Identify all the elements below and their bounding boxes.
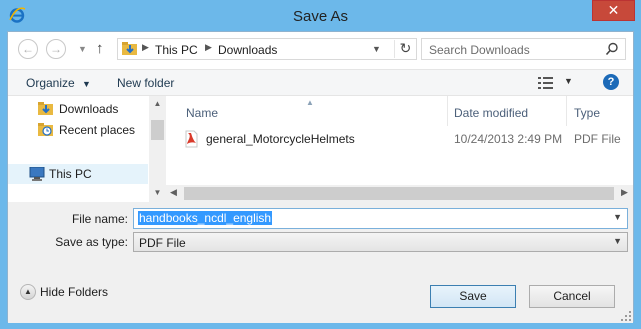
file-row[interactable]: general_MotorcycleHelmets 10/24/2013 2:4… xyxy=(166,128,633,150)
scroll-down-icon[interactable]: ▼ xyxy=(149,188,166,197)
column-header-name[interactable]: Name xyxy=(166,96,446,126)
up-level-button[interactable]: ↑ xyxy=(96,40,104,57)
scroll-right-icon[interactable]: ▶ xyxy=(621,187,628,198)
search-placeholder: Search Downloads xyxy=(429,43,530,57)
address-dropdown-icon[interactable]: ▼ xyxy=(372,44,381,54)
file-name-label: File name: xyxy=(71,212,128,226)
command-bar: Organize ▼ New folder ▼ ? xyxy=(8,70,633,96)
recent-locations-dropdown-icon[interactable]: ▼ xyxy=(78,44,87,54)
scrollbar-thumb[interactable] xyxy=(184,187,614,200)
address-row: ← → ▼ ↑ ▶ This PC ▶ Downloads ▼ ↻ Search… xyxy=(8,32,633,70)
title-bar[interactable]: Save As ✕ xyxy=(0,0,641,32)
save-as-type-value: PDF File xyxy=(139,236,186,250)
dialog-body: ← → ▼ ↑ ▶ This PC ▶ Downloads ▼ ↻ Search… xyxy=(7,31,634,323)
file-name-dropdown-icon[interactable]: ▼ xyxy=(613,212,622,222)
nav-item-downloads[interactable]: Downloads xyxy=(8,99,148,119)
scroll-up-icon[interactable]: ▲ xyxy=(149,99,166,108)
forward-arrow-icon: → xyxy=(50,42,62,56)
breadcrumb-this-pc[interactable]: This PC xyxy=(155,43,198,57)
refresh-button[interactable]: ↻ xyxy=(394,40,416,58)
navigation-scrollbar[interactable]: ▲ ▼ xyxy=(149,96,166,202)
chevron-down-icon: ▼ xyxy=(613,236,622,246)
pdf-icon xyxy=(185,130,198,148)
file-name-field[interactable]: handbooks_ncdl_english ▼ xyxy=(133,208,628,229)
downloads-folder-icon xyxy=(38,102,53,115)
computer-icon xyxy=(29,167,45,181)
file-type: PDF File xyxy=(574,132,621,146)
column-header-label: Type xyxy=(574,106,601,120)
resize-grip-icon[interactable] xyxy=(621,311,631,321)
back-arrow-icon: ← xyxy=(22,42,34,56)
back-button[interactable]: ← xyxy=(18,39,38,59)
save-as-type-select[interactable]: PDF File ▼ xyxy=(133,232,628,252)
change-view-button[interactable]: ▼ xyxy=(538,75,574,91)
close-button[interactable]: ✕ xyxy=(592,0,635,21)
search-input[interactable]: Search Downloads xyxy=(421,38,626,60)
window-title: Save As xyxy=(292,8,349,25)
collapse-up-icon: ▲ xyxy=(20,284,36,300)
scrollbar-thumb[interactable] xyxy=(151,120,164,140)
file-name: general_MotorcycleHelmets xyxy=(206,132,355,146)
nav-item-recent-places[interactable]: Recent places xyxy=(8,120,148,140)
file-date-modified: 10/24/2013 2:49 PM xyxy=(454,132,563,146)
downloads-folder-icon xyxy=(122,42,137,55)
column-header-type[interactable]: Type xyxy=(567,96,633,126)
help-icon[interactable]: ? xyxy=(603,74,619,90)
save-form: File name: handbooks_ncdl_english ▼ Save… xyxy=(8,202,633,323)
save-button[interactable]: Save xyxy=(430,285,516,308)
file-name-value[interactable]: handbooks_ncdl_english xyxy=(138,211,273,225)
chevron-down-icon: ▼ xyxy=(82,79,91,89)
breadcrumb-chevron-icon[interactable]: ▶ xyxy=(205,42,212,53)
new-folder-button[interactable]: New folder xyxy=(117,76,174,90)
recent-places-icon xyxy=(38,123,53,136)
save-as-type-label: Save as type: xyxy=(55,235,128,249)
column-header-label: Name xyxy=(186,106,219,120)
breadcrumb-downloads[interactable]: Downloads xyxy=(218,43,277,57)
horizontal-scrollbar[interactable]: ◀ ▶ xyxy=(166,185,633,202)
search-icon xyxy=(605,42,618,56)
view-dropdown-icon: ▼ xyxy=(564,76,573,86)
save-as-dialog: Save As ✕ ← → ▼ ↑ ▶ This PC ▶ Downloads … xyxy=(0,0,641,329)
nav-item-label: Downloads xyxy=(59,102,119,116)
refresh-icon: ↻ xyxy=(399,40,412,56)
file-list: ▲ Name Date modified Type general_Motorc… xyxy=(166,96,633,202)
organize-label: Organize xyxy=(26,76,75,90)
address-bar[interactable]: ▶ This PC ▶ Downloads ▼ ↻ xyxy=(117,38,417,60)
forward-button[interactable]: → xyxy=(46,39,66,59)
nav-item-label: Recent places xyxy=(59,123,136,137)
cancel-button[interactable]: Cancel xyxy=(529,285,615,308)
navigation-pane: Downloads Recent places This PC ▲ ▼ xyxy=(8,96,166,202)
up-arrow-icon: ↑ xyxy=(96,40,104,57)
breadcrumb-chevron-icon[interactable]: ▶ xyxy=(142,42,149,53)
hide-folders-label: Hide Folders xyxy=(40,285,109,299)
details-view-icon xyxy=(538,77,553,89)
nav-item-this-pc[interactable]: This PC xyxy=(8,164,148,184)
nav-item-label: This PC xyxy=(49,167,92,181)
column-header-label: Date modified xyxy=(454,106,529,120)
organize-menu[interactable]: Organize ▼ xyxy=(26,76,91,90)
scroll-left-icon[interactable]: ◀ xyxy=(170,187,177,198)
column-header-date-modified[interactable]: Date modified xyxy=(448,96,566,126)
